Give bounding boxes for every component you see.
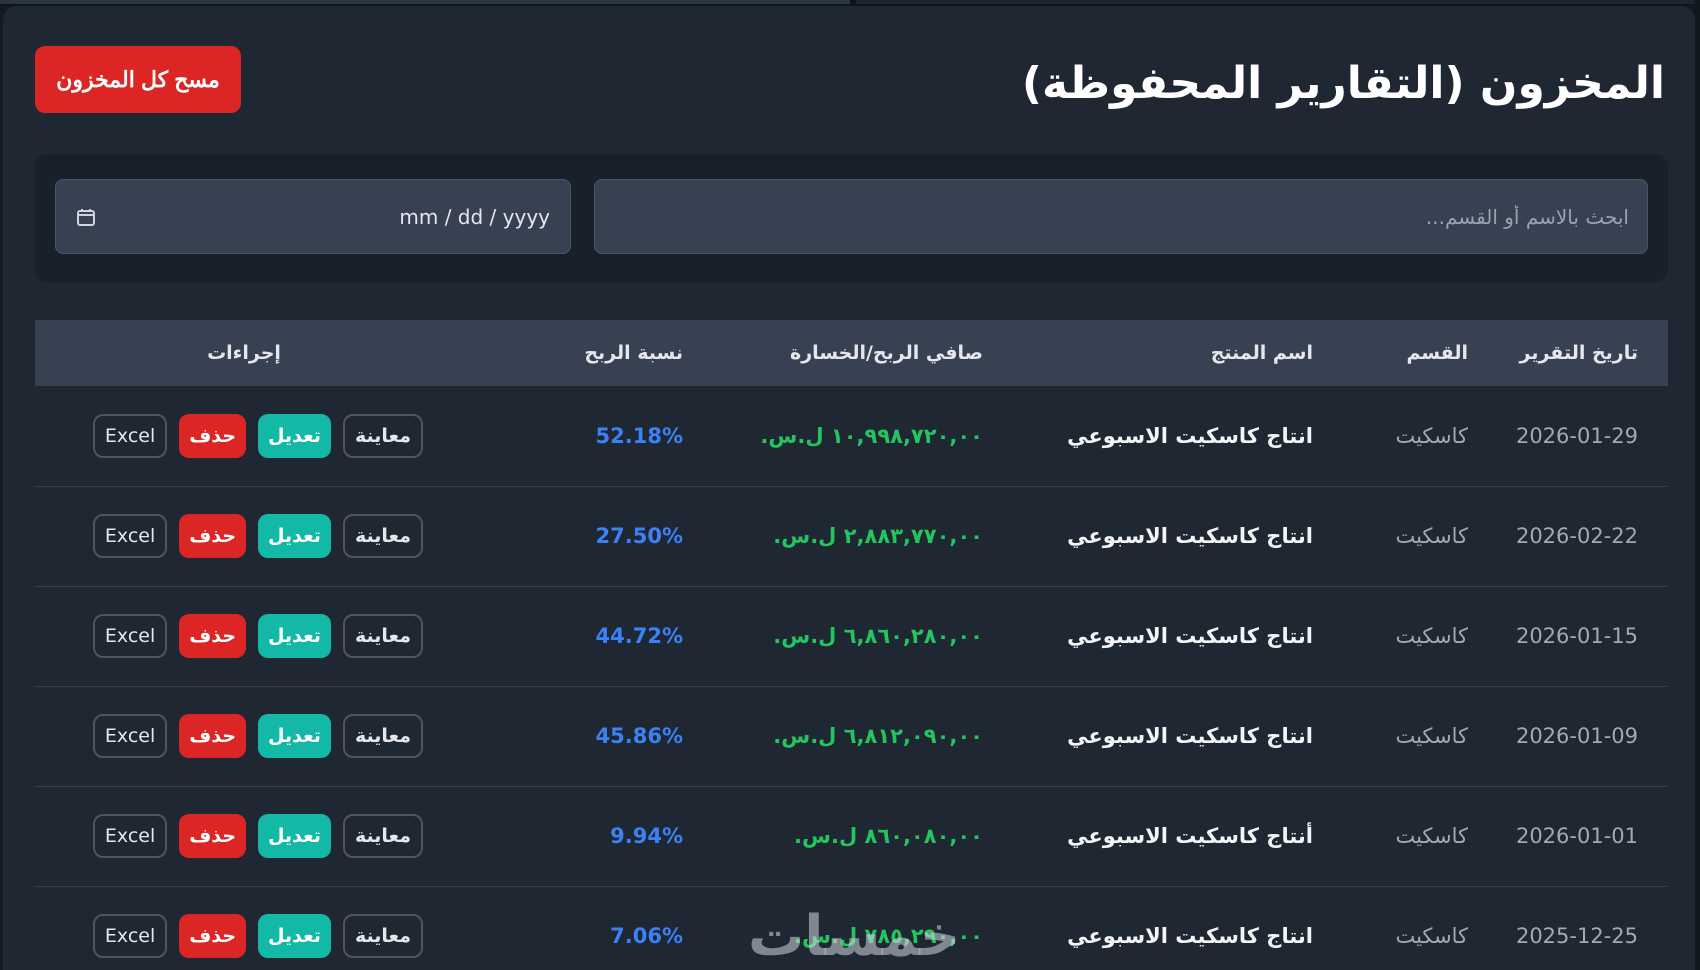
excel-button[interactable]: Excel <box>92 814 168 858</box>
excel-button[interactable]: Excel <box>92 914 168 959</box>
cell-percent: 45.86% <box>595 724 683 748</box>
row-actions: معاينة تعديل حذف Excel <box>92 714 423 758</box>
cell-percent: 44.72% <box>595 624 683 648</box>
header-net: صافي الربح/الخسارة <box>790 342 983 364</box>
cell-date: 2026-02-22 <box>1515 524 1638 548</box>
calendar-icon[interactable] <box>76 207 96 227</box>
table-row: 2026-02-22 كاسكيت انتاج كاسكيت الاسبوعي … <box>35 486 1668 586</box>
cell-percent: 7.06% <box>610 924 683 949</box>
row-actions: معاينة تعديل حذف Excel <box>92 914 423 959</box>
cell-actions: معاينة تعديل حذف Excel <box>35 786 453 886</box>
view-button[interactable]: معاينة <box>342 914 423 959</box>
cell-date: 2026-01-01 <box>1515 824 1638 848</box>
cell-percent: 27.50% <box>595 524 683 548</box>
cell-product: انتاج كاسكيت الاسبوعي <box>1067 724 1313 748</box>
header-date: تاريخ التقرير <box>1519 342 1639 364</box>
excel-button[interactable]: Excel <box>92 514 168 558</box>
delete-button[interactable]: حذف <box>179 413 247 458</box>
top-strip-segment <box>856 0 1696 4</box>
clear-inventory-button[interactable]: مسح كل المخزون <box>35 46 241 113</box>
table-row: 2026-01-29 كاسكيت انتاج كاسكيت الاسبوعي … <box>35 386 1668 486</box>
cell-net: ٧٨٥,٢٩٠,٠٠ ل.س. <box>794 924 983 949</box>
reports-table: تاريخ التقرير القسم اسم المنتج صافي الرب… <box>35 320 1668 970</box>
cell-net: ٦,٨١٢,٠٩٠,٠٠ ل.س. <box>773 724 983 748</box>
cell-date: 2026-01-29 <box>1515 423 1638 448</box>
edit-button[interactable]: تعديل <box>258 714 331 758</box>
delete-button[interactable]: حذف <box>179 914 247 959</box>
excel-button[interactable]: Excel <box>92 714 168 758</box>
view-button[interactable]: معاينة <box>342 514 423 558</box>
cell-date: 2026-01-09 <box>1515 724 1638 748</box>
edit-button[interactable]: تعديل <box>258 614 331 658</box>
cell-percent: 9.94% <box>610 824 683 848</box>
cell-net: ٦,٨٦٠,٢٨٠,٠٠ ل.س. <box>773 624 983 648</box>
cell-percent: 52.18% <box>595 423 683 448</box>
search-field <box>594 179 1648 254</box>
row-actions: معاينة تعديل حذف Excel <box>92 814 423 858</box>
table-row: 2026-01-15 كاسكيت انتاج كاسكيت الاسبوعي … <box>35 586 1668 686</box>
cell-actions: معاينة تعديل حذف Excel <box>35 486 453 586</box>
edit-button[interactable]: تعديل <box>258 514 331 558</box>
date-field[interactable]: mm / dd / yyyy <box>55 179 571 254</box>
page-title: المخزون (التقارير المحفوظة) <box>1021 58 1665 109</box>
date-placeholder: mm / dd / yyyy <box>399 204 550 229</box>
excel-button[interactable]: Excel <box>92 614 168 658</box>
inventory-panel: المخزون (التقارير المحفوظة) مسح كل المخز… <box>3 6 1695 970</box>
header-percent: نسبة الربح <box>584 342 683 364</box>
cell-actions: معاينة تعديل حذف Excel <box>35 586 453 686</box>
cell-department: كاسكيت <box>1395 824 1468 848</box>
header-department: القسم <box>1406 342 1468 364</box>
delete-button[interactable]: حذف <box>179 714 247 758</box>
cell-product: انتاج كاسكيت الاسبوعي <box>1067 423 1313 448</box>
edit-button[interactable]: تعديل <box>258 914 331 959</box>
header-actions: إجراءات <box>207 342 281 364</box>
view-button[interactable]: معاينة <box>342 814 423 858</box>
header-product: اسم المنتج <box>1210 342 1313 364</box>
cell-actions: معاينة تعديل حذف Excel <box>35 886 453 970</box>
cell-product: أنتاج كاسكيت الاسبوعي <box>1067 824 1313 848</box>
row-actions: معاينة تعديل حذف Excel <box>92 413 423 458</box>
cell-department: كاسكيت <box>1395 524 1468 548</box>
edit-button[interactable]: تعديل <box>258 814 331 858</box>
top-strip-segment <box>0 0 850 4</box>
cell-net: ٨٦٠,٠٨٠,٠٠ ل.س. <box>794 824 983 848</box>
table-row: 2026-01-01 كاسكيت أنتاج كاسكيت الاسبوعي … <box>35 786 1668 886</box>
cell-actions: معاينة تعديل حذف Excel <box>35 686 453 786</box>
cell-department: كاسكيت <box>1395 924 1468 949</box>
view-button[interactable]: معاينة <box>342 413 423 458</box>
cell-date: 2026-01-15 <box>1515 624 1638 648</box>
row-actions: معاينة تعديل حذف Excel <box>92 614 423 658</box>
delete-button[interactable]: حذف <box>179 514 247 558</box>
cell-product: انتاج كاسكيت الاسبوعي <box>1067 624 1313 648</box>
cell-actions: معاينة تعديل حذف Excel <box>35 386 453 486</box>
cell-product: انتاج كاسكيت الاسبوعي <box>1067 924 1313 949</box>
search-input[interactable] <box>595 180 1647 253</box>
cell-date: 2025-12-25 <box>1515 924 1638 949</box>
cell-net: ٢,٨٨٣,٧٧٠,٠٠ ل.س. <box>773 524 983 548</box>
view-button[interactable]: معاينة <box>342 714 423 758</box>
view-button[interactable]: معاينة <box>342 614 423 658</box>
cell-department: كاسكيت <box>1395 724 1468 748</box>
cell-department: كاسكيت <box>1395 423 1468 448</box>
delete-button[interactable]: حذف <box>179 614 247 658</box>
edit-button[interactable]: تعديل <box>258 413 331 458</box>
delete-button[interactable]: حذف <box>179 814 247 858</box>
table-row: 2025-12-25 كاسكيت انتاج كاسكيت الاسبوعي … <box>35 886 1668 970</box>
excel-button[interactable]: Excel <box>92 413 168 458</box>
table-row: 2026-01-09 كاسكيت انتاج كاسكيت الاسبوعي … <box>35 686 1668 786</box>
cell-product: انتاج كاسكيت الاسبوعي <box>1067 524 1313 548</box>
filter-bar: mm / dd / yyyy <box>35 154 1668 282</box>
table-header-row: تاريخ التقرير القسم اسم المنتج صافي الرب… <box>35 320 1668 386</box>
cell-department: كاسكيت <box>1395 624 1468 648</box>
row-actions: معاينة تعديل حذف Excel <box>92 514 423 558</box>
cell-net: ١٠,٩٩٨,٧٢٠,٠٠ ل.س. <box>760 423 983 448</box>
